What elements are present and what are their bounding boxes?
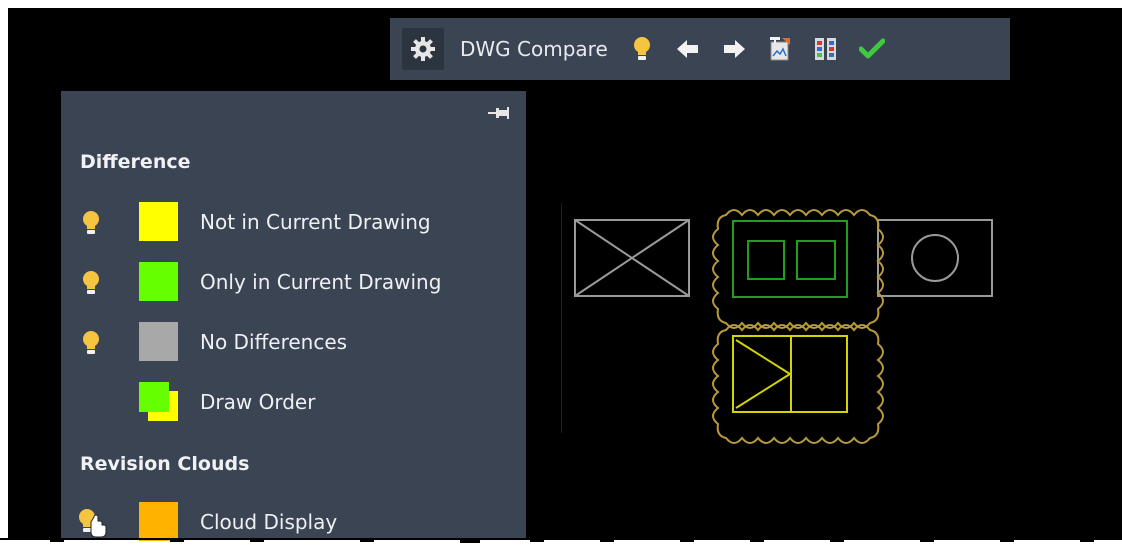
lightbulb-icon bbox=[633, 37, 650, 60]
previous-change-button[interactable] bbox=[666, 29, 710, 69]
toggle-visibility-button[interactable] bbox=[620, 29, 664, 69]
arrow-left-icon bbox=[676, 40, 698, 58]
checkmark-icon bbox=[858, 38, 885, 59]
cloud-display-row: Cloud Display bbox=[61, 502, 526, 542]
compare-settings-panel: Difference Not in Current Drawing Only i… bbox=[61, 91, 526, 541]
revision-clouds-heading: Revision Clouds bbox=[80, 453, 250, 475]
visibility-bulb-hover-icon[interactable] bbox=[77, 508, 109, 538]
row-label: Cloud Display bbox=[200, 510, 338, 534]
removed-geometry bbox=[732, 335, 848, 413]
export-snapshot-icon bbox=[769, 37, 790, 61]
export-snapshot-button[interactable] bbox=[758, 29, 802, 69]
compare-overlay-icon bbox=[814, 38, 836, 60]
pin-icon bbox=[488, 107, 509, 119]
row-label: Draw Order bbox=[200, 390, 316, 414]
row-label: Not in Current Drawing bbox=[200, 210, 431, 234]
draw-order-row: Draw Order bbox=[61, 382, 526, 422]
added-geometry bbox=[732, 220, 848, 298]
difference-row-no-differences: No Differences bbox=[61, 322, 526, 362]
unchanged-box-with-circle bbox=[877, 219, 993, 297]
difference-heading: Difference bbox=[80, 151, 191, 173]
bottom-edge-strip bbox=[0, 538, 1122, 543]
difference-row-not-in-current: Not in Current Drawing bbox=[61, 202, 526, 242]
pin-button[interactable] bbox=[488, 105, 510, 124]
dwg-compare-toolbar: DWG Compare bbox=[390, 18, 1010, 80]
visibility-bulb-icon[interactable] bbox=[81, 330, 101, 356]
next-change-button[interactable] bbox=[712, 29, 756, 69]
compare-overlay-button[interactable] bbox=[804, 29, 848, 69]
color-swatch[interactable] bbox=[139, 322, 178, 361]
color-swatch[interactable] bbox=[139, 262, 178, 301]
difference-row-only-in-current: Only in Current Drawing bbox=[61, 262, 526, 302]
settings-button[interactable] bbox=[402, 28, 444, 70]
visibility-bulb-icon[interactable] bbox=[81, 270, 101, 296]
row-label: Only in Current Drawing bbox=[200, 270, 442, 294]
settings-gear-icon bbox=[411, 37, 435, 61]
color-swatch[interactable] bbox=[139, 202, 178, 241]
row-label: No Differences bbox=[200, 330, 348, 354]
drawing-geometry bbox=[574, 209, 993, 444]
draw-order-swatch[interactable] bbox=[139, 382, 179, 422]
exit-compare-button[interactable] bbox=[850, 29, 894, 69]
arrow-right-icon bbox=[723, 40, 745, 58]
toolbar-title: DWG Compare bbox=[460, 37, 608, 61]
unchanged-box-with-x bbox=[574, 219, 690, 297]
cloud-color-swatch[interactable] bbox=[139, 502, 178, 541]
canvas-divider bbox=[561, 203, 562, 433]
visibility-bulb-icon[interactable] bbox=[81, 210, 101, 236]
